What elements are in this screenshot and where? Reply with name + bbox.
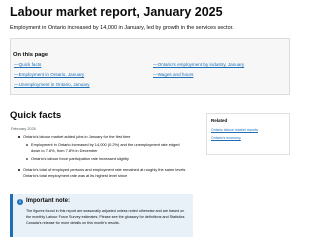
related-box: Related Ontario labour market reports On… bbox=[206, 113, 290, 155]
related-title: Related bbox=[211, 118, 228, 123]
bullet-icon bbox=[26, 157, 28, 160]
related-link[interactable]: Ontario's economy bbox=[211, 136, 241, 140]
note-text: The figures found in this report are sea… bbox=[26, 209, 185, 225]
on-this-page-link[interactable]: Unemployment in Ontario, January bbox=[14, 82, 90, 87]
related-link[interactable]: Ontario labour market reports bbox=[211, 128, 258, 132]
lead-paragraph: Employment in Ontario increased by 14,00… bbox=[10, 25, 234, 31]
quick-facts-date: February 2025 bbox=[11, 127, 36, 131]
on-this-page-link[interactable]: Quick facts bbox=[14, 62, 42, 67]
on-this-page-box: On this page Quick facts Employment in O… bbox=[10, 38, 290, 95]
on-this-page-title: On this page bbox=[13, 52, 49, 58]
bullet-icon bbox=[18, 135, 20, 138]
bullet-icon bbox=[18, 168, 20, 171]
on-this-page-link[interactable]: Wages and hours bbox=[153, 72, 194, 77]
on-this-page-link[interactable]: Ontario's employment by industry, Januar… bbox=[153, 62, 245, 67]
note-title: Important note: bbox=[26, 198, 70, 204]
bullet-icon bbox=[26, 143, 28, 146]
list-item: Ontario's labour market added jobs in Ja… bbox=[18, 134, 130, 140]
important-note-callout: i Important note: The figures found in t… bbox=[10, 194, 193, 237]
list-item: Ontario's labour force participation rat… bbox=[26, 156, 129, 162]
on-this-page-link[interactable]: Employment in Ontario, January bbox=[14, 72, 85, 77]
quick-facts-heading: Quick facts bbox=[10, 110, 62, 121]
list-item-continuation: Ontario's total employment rate was at i… bbox=[23, 173, 128, 178]
info-icon: i bbox=[17, 199, 23, 205]
page-title: Labour market report, January 2025 bbox=[10, 5, 223, 19]
list-item-continuation: down to 7.6%, from 7.8% in December bbox=[31, 148, 98, 153]
